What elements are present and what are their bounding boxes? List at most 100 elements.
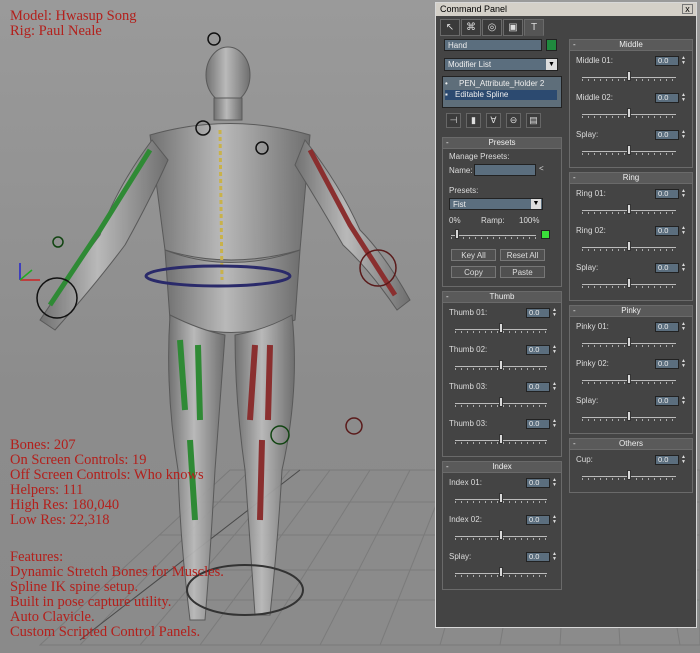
finger-slider[interactable] [582,336,676,350]
collapse-icon[interactable]: - [573,439,576,449]
create-icon[interactable]: ↖ [440,19,460,36]
spinner-arrows-icon[interactable]: ▲ ▼ [552,308,557,318]
chevron-down-icon[interactable]: ▼ [531,199,541,209]
value-spinner-field[interactable]: 0.0 [655,56,679,66]
collapse-icon[interactable]: - [573,40,576,50]
index-rollout-header[interactable]: - Index [443,462,561,473]
command-panel[interactable]: Command Panel x ↖ ⌘ ◎ ▣ T Hand Modifier List… [435,2,697,628]
collapse-icon[interactable]: - [446,292,449,302]
value-spinner-field[interactable]: 0.0 [655,93,679,103]
slider-thumb[interactable] [627,145,631,155]
pinky-rollout-header[interactable]: - Pinky [570,306,692,317]
slider-thumb[interactable] [627,470,631,480]
slider-thumb[interactable] [499,360,503,370]
display-icon[interactable]: ▣ [503,19,523,36]
presets-rollout-header[interactable]: - Presets [443,138,561,149]
reset-all-button[interactable]: Reset All [500,249,545,261]
presets-dropdown[interactable]: Fist [449,198,543,210]
finger-slider[interactable] [582,144,676,158]
spinner-arrows-icon[interactable]: ▲ ▼ [681,226,686,236]
preset-name-field[interactable] [474,164,536,176]
pin-stack-icon[interactable]: ⊣ [446,113,461,128]
value-spinner-field[interactable]: 0.0 [526,382,550,392]
slider-thumb[interactable] [627,204,631,214]
slider-thumb[interactable] [627,411,631,421]
value-spinner-field[interactable]: 0.0 [655,396,679,406]
spinner-arrows-icon[interactable]: ▲ ▼ [552,382,557,392]
spinner-arrows-icon[interactable]: ▲ ▼ [681,396,686,406]
slider-thumb[interactable] [499,567,503,577]
ramp-slider[interactable] [451,228,536,242]
slider-thumb[interactable] [627,278,631,288]
slider-thumb[interactable] [627,337,631,347]
close-button[interactable]: x [682,4,693,14]
finger-slider[interactable] [455,322,547,336]
modifier-list-dropdown[interactable]: Modifier List [444,58,558,71]
value-spinner-field[interactable]: 0.0 [526,345,550,355]
value-spinner-field[interactable]: 0.0 [526,515,550,525]
spinner-arrows-icon[interactable]: ▲ ▼ [681,56,686,66]
slider-thumb[interactable] [499,434,503,444]
finger-slider[interactable] [455,492,547,506]
slider-thumb[interactable] [627,108,631,118]
value-spinner-field[interactable]: 0.0 [655,322,679,332]
finger-slider[interactable] [582,277,676,291]
value-spinner-field[interactable]: 0.0 [655,226,679,236]
object-name-field[interactable]: Hand [444,39,542,51]
spinner-arrows-icon[interactable]: ▲ ▼ [681,189,686,199]
finger-slider[interactable] [582,107,676,121]
copy-button[interactable]: Copy [451,266,496,278]
finger-slider[interactable] [455,359,547,373]
finger-slider[interactable] [582,70,676,84]
value-spinner-field[interactable]: 0.0 [526,478,550,488]
modifier-stack[interactable]: • PEN_Attribute_Holder 2 ▪ Editable Spline [442,76,562,108]
spinner-arrows-icon[interactable]: ▲ ▼ [681,130,686,140]
chevron-down-icon[interactable]: ▼ [546,59,557,70]
spinner-arrows-icon[interactable]: ▲ ▼ [681,359,686,369]
object-color-swatch[interactable] [546,39,557,51]
slider-thumb[interactable] [627,241,631,251]
spinner-arrows-icon[interactable]: ▲ ▼ [681,93,686,103]
spinner-arrows-icon[interactable]: ▲ ▼ [552,345,557,355]
value-spinner-field[interactable]: 0.0 [526,308,550,318]
command-panel-title[interactable]: Command Panel [436,3,696,16]
value-spinner-field[interactable]: 0.0 [655,130,679,140]
preset-name-button[interactable]: < [539,164,547,176]
collapse-icon[interactable]: - [446,462,449,472]
spinner-arrows-icon[interactable]: ▲ ▼ [681,455,686,465]
stack-item-selected[interactable]: ▪ Editable Spline [445,90,557,100]
spinner-arrows-icon[interactable]: ▲ ▼ [681,263,686,273]
value-spinner-field[interactable]: 0.0 [655,189,679,199]
lightbulb-icon[interactable]: • [445,79,453,89]
value-spinner-field[interactable]: 0.0 [655,359,679,369]
left-elbow-pole[interactable] [52,236,64,248]
paste-button[interactable]: Paste [500,266,545,278]
key-all-button[interactable]: Key All [451,249,496,261]
motion-icon[interactable]: ◎ [482,19,502,36]
others-rollout-header[interactable]: - Others [570,439,692,450]
slider-thumb[interactable] [627,71,631,81]
utilities-icon[interactable]: T [524,19,544,36]
value-spinner-field[interactable]: 0.0 [526,552,550,562]
hierarchy-icon[interactable]: ⌘ [461,19,481,36]
remove-modifier-icon[interactable]: ⊖ [506,113,521,128]
finger-slider[interactable] [455,529,547,543]
finger-slider[interactable] [582,469,676,483]
value-spinner-field[interactable]: 0.0 [655,263,679,273]
slider-thumb[interactable] [499,397,503,407]
thumb-rollout-header[interactable]: - Thumb [443,292,561,303]
finger-slider[interactable] [455,566,547,580]
finger-slider[interactable] [582,410,676,424]
spinner-arrows-icon[interactable]: ▲ ▼ [552,419,557,429]
finger-slider[interactable] [455,396,547,410]
collapse-icon[interactable]: - [573,173,576,183]
slider-thumb[interactable] [499,493,503,503]
right-knee-pole[interactable] [345,417,363,435]
spinner-arrows-icon[interactable]: ▲ ▼ [681,322,686,332]
spinner-arrows-icon[interactable]: ▲ ▼ [552,552,557,562]
collapse-icon[interactable]: - [573,306,576,316]
stack-item[interactable]: • PEN_Attribute_Holder 2 [445,79,557,89]
configure-sets-icon[interactable]: ▤ [526,113,541,128]
spinner-arrows-icon[interactable]: ▲ ▼ [552,478,557,488]
finger-slider[interactable] [582,373,676,387]
